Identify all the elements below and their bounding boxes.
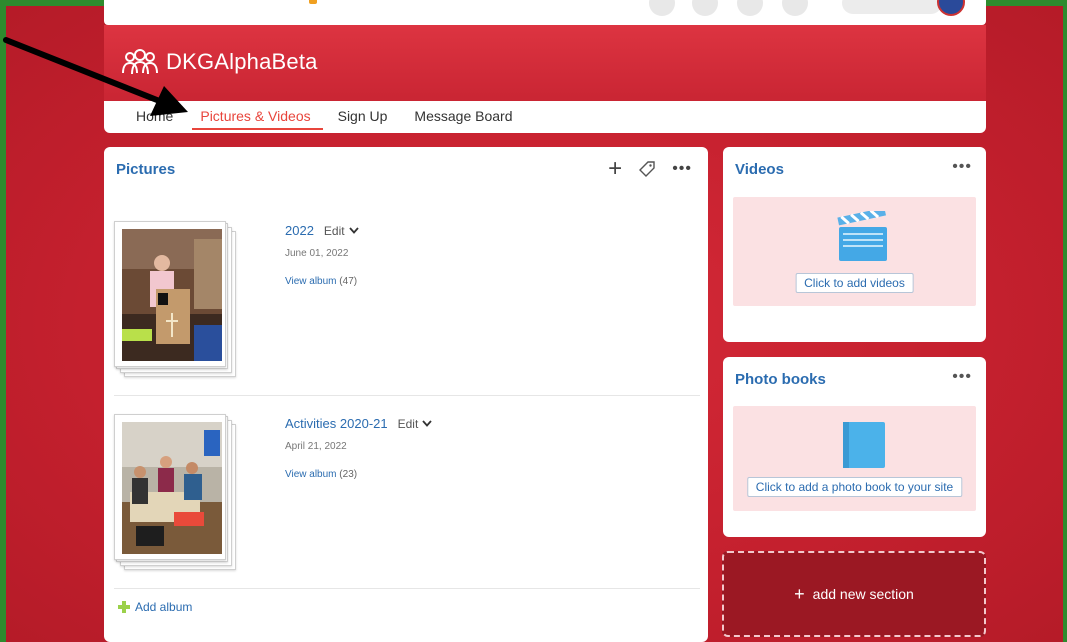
chevron-down-icon xyxy=(348,227,359,234)
add-album-label: Add album xyxy=(135,600,193,614)
chevron-down-icon xyxy=(422,420,432,427)
group-icon xyxy=(122,49,158,75)
divider xyxy=(114,588,700,589)
plus-icon: + xyxy=(794,584,805,604)
view-album-link[interactable]: View album (47) xyxy=(285,276,357,287)
album-date: June 01, 2022 xyxy=(285,248,349,259)
more-options-icon[interactable]: ••• xyxy=(952,367,972,387)
pictures-section: Pictures + ••• 2022 Edit June 01, 2022 V… xyxy=(104,147,708,642)
search-box[interactable] xyxy=(842,0,942,14)
album-name-link[interactable]: 2022 xyxy=(285,223,314,238)
divider xyxy=(114,395,700,396)
edit-label: Edit xyxy=(323,223,345,238)
photo-books-section: Photo books ••• Click to add a photo boo… xyxy=(723,357,986,537)
view-album-label: View album xyxy=(285,276,337,287)
site-top-bar xyxy=(104,0,986,25)
add-icon[interactable]: + xyxy=(608,157,622,181)
brand-logo-fragment xyxy=(309,0,317,4)
album-photo-count: (47) xyxy=(339,276,358,287)
tab-pictures-videos[interactable]: Pictures & Videos xyxy=(192,101,323,133)
edit-label: Edit xyxy=(397,416,419,431)
videos-title: Videos xyxy=(735,161,784,178)
album-date: April 21, 2022 xyxy=(285,441,347,452)
site-title: DKGAlphaBeta xyxy=(166,49,318,74)
add-videos-button[interactable]: Click to add videos xyxy=(795,273,914,293)
view-album-link[interactable]: View album (23) xyxy=(285,469,357,480)
album-cover xyxy=(114,221,226,367)
avatar[interactable] xyxy=(937,0,965,16)
pictures-toolbar: + ••• xyxy=(608,157,692,181)
tab-message-board[interactable]: Message Board xyxy=(414,101,512,133)
pictures-title: Pictures xyxy=(116,161,176,178)
view-album-label: View album xyxy=(285,469,337,480)
album-cover-stack[interactable] xyxy=(114,414,236,570)
plus-icon xyxy=(118,601,130,613)
album-header: 2022 Edit xyxy=(285,223,359,238)
add-section-label: add new section xyxy=(812,586,914,602)
album-photo xyxy=(122,229,222,361)
photo-books-title: Photo books xyxy=(735,371,826,388)
album-edit-dropdown[interactable]: Edit xyxy=(398,417,433,431)
toolbar-icon[interactable] xyxy=(649,0,675,16)
photo-book-icon xyxy=(843,422,885,468)
add-photo-book-button[interactable]: Click to add a photo book to your site xyxy=(746,477,963,497)
videos-placeholder: Click to add videos xyxy=(733,197,976,306)
album-name-link[interactable]: Activities 2020-21 xyxy=(285,416,388,431)
album-cover-stack[interactable] xyxy=(114,221,236,377)
album-cover xyxy=(114,414,226,560)
clapperboard-icon xyxy=(837,211,887,261)
album-header: Activities 2020-21 Edit xyxy=(285,416,432,431)
album-edit-dropdown[interactable]: Edit xyxy=(324,224,359,238)
more-options-icon[interactable]: ••• xyxy=(952,157,972,177)
toolbar-icon[interactable] xyxy=(692,0,718,16)
album-photo-count: (23) xyxy=(339,469,358,480)
toolbar-icon[interactable] xyxy=(782,0,808,16)
videos-section: Videos ••• Click to add videos xyxy=(723,147,986,342)
site-header: DKGAlphaBeta xyxy=(104,25,986,102)
brand[interactable]: DKGAlphaBeta xyxy=(122,49,318,75)
more-options-icon[interactable]: ••• xyxy=(672,160,692,178)
tab-home[interactable]: Home xyxy=(136,101,173,133)
tag-icon[interactable] xyxy=(638,160,656,178)
add-album-button[interactable]: Add album xyxy=(118,600,192,614)
photo-books-placeholder: Click to add a photo book to your site xyxy=(733,406,976,511)
album-photo xyxy=(122,422,222,554)
main-nav: Home Pictures & Videos Sign Up Message B… xyxy=(104,101,986,133)
tab-sign-up[interactable]: Sign Up xyxy=(338,101,388,133)
add-new-section-button[interactable]: + add new section xyxy=(722,551,986,637)
toolbar-icon[interactable] xyxy=(737,0,763,16)
